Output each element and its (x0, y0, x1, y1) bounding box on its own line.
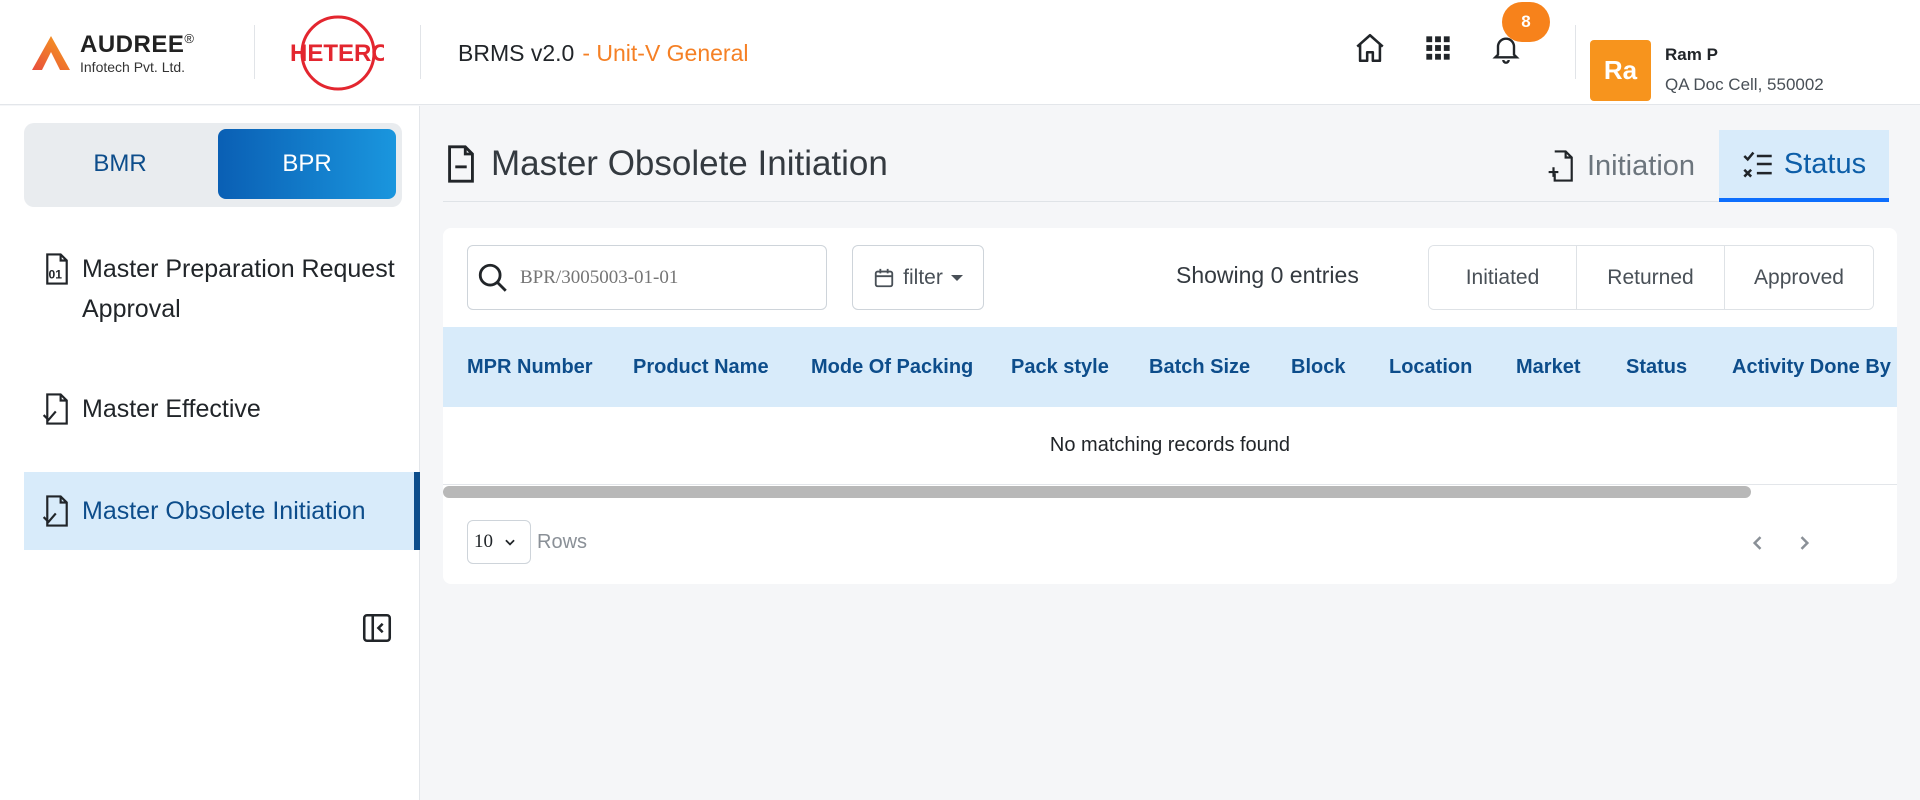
bmr-toggle-button[interactable]: BMR (30, 129, 210, 199)
apps-button[interactable] (1420, 30, 1456, 66)
home-button[interactable] (1352, 30, 1388, 66)
document-minus-icon (448, 145, 474, 183)
chevron-right-icon (1800, 536, 1810, 550)
user-role: QA Doc Cell, 550002 (1665, 75, 1824, 94)
tab-status[interactable]: Status (1719, 130, 1889, 202)
column-header[interactable]: Block (1291, 327, 1345, 407)
file-plus-icon (1548, 150, 1573, 182)
sidebar-item-master-effective[interactable]: Master Effective (24, 389, 420, 429)
rows-per-page-select[interactable]: 10 (467, 520, 531, 564)
header-divider (420, 25, 421, 79)
file-check-icon (40, 491, 74, 531)
checklist-icon (1743, 151, 1772, 178)
page-title-text: Master Obsolete Initiation (491, 144, 888, 183)
collapse-sidebar-icon[interactable] (360, 611, 394, 645)
sidebar-item-label: Master Obsolete Initiation (82, 497, 366, 525)
chevron-down-icon (505, 539, 515, 546)
sidebar-item-label: Master Preparation Request Approval (82, 255, 395, 323)
header-divider (254, 25, 255, 79)
search-icon (478, 263, 507, 292)
page-title: Master Obsolete Initiation (443, 144, 888, 184)
page-header: Master Obsolete Initiation Initiation St… (443, 130, 1889, 202)
column-header[interactable]: Status (1626, 327, 1687, 407)
calendar-icon (874, 268, 894, 287)
column-header[interactable]: Market (1516, 327, 1580, 407)
apps-grid-icon (1426, 36, 1450, 60)
status-filter-approved[interactable]: Approved (1725, 246, 1873, 309)
column-header[interactable]: Location (1389, 327, 1472, 407)
records-card: filter Showing 0 entries Initiated Retur… (443, 228, 1897, 584)
previous-page-button[interactable] (1743, 528, 1773, 558)
file-check-icon (40, 389, 74, 429)
filter-button[interactable]: filter (852, 245, 984, 310)
sidebar: BMR BPR 01 Master Preparation Request Ap… (0, 106, 420, 800)
column-header[interactable]: Activity Done By (1732, 327, 1891, 407)
caret-down-icon (950, 274, 963, 281)
entries-count: Showing 0 entries (1176, 262, 1359, 288)
tab-status-label: Status (1783, 147, 1867, 180)
notification-badge: 8 (1502, 2, 1550, 42)
app-title: BRMS v2.0 - Unit-V General (458, 40, 749, 67)
brand-subtitle: Infotech Pvt. Ltd. (80, 59, 186, 75)
column-header[interactable]: MPR Number (467, 327, 593, 407)
home-icon (1356, 33, 1384, 63)
rows-per-page-value: 10 (474, 531, 493, 552)
column-header[interactable]: Batch Size (1149, 327, 1250, 407)
rows-label: Rows (537, 531, 588, 553)
svg-text:01: 01 (49, 268, 63, 282)
hetero-logo-text: HETERO (290, 40, 384, 67)
tab-initiation-label: Initiation (1587, 149, 1696, 182)
app-version: BRMS v2.0 (458, 40, 575, 66)
status-filter-returned[interactable]: Returned (1577, 246, 1725, 309)
search-box[interactable] (467, 245, 827, 310)
table-header: MPR Number Product Name Mode Of Packing … (443, 327, 1897, 407)
bpr-toggle-button[interactable]: BPR (218, 129, 396, 199)
horizontal-scrollbar[interactable] (443, 486, 1751, 498)
status-filter-group: Initiated Returned Approved (1428, 245, 1874, 310)
empty-table-message: No matching records found (443, 407, 1897, 485)
column-header[interactable]: Mode Of Packing (811, 327, 973, 407)
hetero-logo: HETERO (290, 15, 384, 91)
tab-initiation[interactable]: Initiation (1523, 130, 1719, 202)
search-input[interactable] (520, 266, 800, 289)
status-filter-initiated[interactable]: Initiated (1429, 246, 1577, 309)
brand-name: AUDREE (80, 31, 185, 58)
column-header[interactable]: Pack style (1011, 327, 1109, 407)
header-divider (1575, 25, 1576, 79)
top-header: AUDREE® Infotech Pvt. Ltd. HETERO BRMS v… (0, 0, 1920, 105)
audree-logo: AUDREE® Infotech Pvt. Ltd. (30, 30, 194, 76)
next-page-button[interactable] (1789, 528, 1819, 558)
bmr-bpr-toggle: BMR BPR (24, 123, 402, 207)
filter-label: filter (903, 265, 943, 289)
column-header[interactable]: Product Name (633, 327, 769, 407)
audree-logo-mark-icon (32, 36, 70, 70)
sidebar-item-master-obsolete-initiation[interactable]: Master Obsolete Initiation (24, 472, 420, 550)
sidebar-item-master-preparation-request-approval[interactable]: 01 Master Preparation Request Approval (24, 249, 420, 329)
file-binary-icon: 01 (40, 249, 74, 289)
unit-name: - Unit-V General (582, 40, 749, 66)
sidebar-item-label: Master Effective (82, 395, 261, 423)
user-name: Ram P (1665, 45, 1718, 64)
avatar[interactable]: Ra (1590, 40, 1651, 101)
chevron-left-icon (1752, 536, 1762, 550)
